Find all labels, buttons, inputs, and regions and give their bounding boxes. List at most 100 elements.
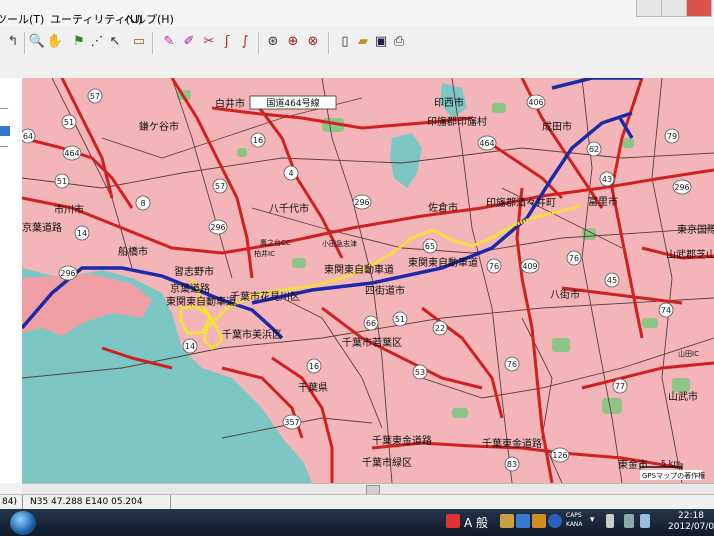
place-label: 印西市 bbox=[434, 96, 464, 109]
toolbar-separator bbox=[152, 32, 153, 54]
panel-selection bbox=[0, 126, 10, 136]
inba-lake bbox=[390, 133, 422, 188]
road-shield: 64 bbox=[22, 128, 36, 144]
find-next-icon[interactable]: ⊗ bbox=[304, 33, 322, 51]
toolbar-strip bbox=[0, 58, 714, 78]
flag-icon[interactable] bbox=[606, 514, 614, 528]
status-bar: 84) N35 47.288 E140 05.204 bbox=[0, 494, 714, 510]
network-icon[interactable] bbox=[624, 514, 634, 528]
map-canvas[interactable]: 国道464号線 57 51 64 464 51 16 57 4 8 296 296 464 406 62 7… bbox=[22, 78, 714, 483]
place-label: 成田市 bbox=[542, 120, 572, 133]
measure-icon[interactable]: ▭ bbox=[130, 33, 148, 51]
place-label: 東金市 bbox=[618, 458, 648, 471]
road-shield: 409 bbox=[520, 258, 540, 274]
status-divider bbox=[22, 495, 23, 510]
clock[interactable]: 22:18 2012/07/01 bbox=[668, 511, 714, 533]
new-file-icon[interactable]: ▯ bbox=[336, 33, 354, 51]
road-shield-number: 66 bbox=[366, 319, 376, 328]
menu-help[interactable]: ヘルプ(H) bbox=[124, 13, 174, 27]
toolbar: ↰ 🔍 ✋ ⚑ ⋰ ↖ ▭ ✎ ✐ ✂ ʃ ∫ ⊛ ⊕ ⊗ ▯ ▰ ▣ ⎙ bbox=[0, 26, 714, 59]
road-shield: 14 bbox=[74, 225, 90, 241]
menu-tools[interactable]: ツール(T) bbox=[0, 13, 44, 27]
place-label: 山武市 bbox=[668, 390, 698, 403]
window-controls bbox=[634, 0, 714, 18]
ime-pad-icon[interactable] bbox=[532, 514, 546, 528]
place-label: 山武郡芝山町 bbox=[666, 248, 714, 261]
place-label: 東京国際空港 bbox=[677, 223, 714, 236]
road-shield-number: 14 bbox=[185, 342, 195, 351]
track-split-icon[interactable]: ✂ bbox=[200, 33, 218, 51]
road-shield-number: 43 bbox=[602, 175, 612, 184]
find-icon[interactable]: ⊛ bbox=[264, 33, 282, 51]
start-button[interactable] bbox=[10, 511, 36, 535]
route-icon[interactable]: ↰ bbox=[4, 33, 22, 51]
route-badge: 国道464号線 bbox=[266, 97, 319, 109]
road-shield-number: 464 bbox=[479, 139, 494, 148]
track-edit-icon[interactable]: ✐ bbox=[180, 33, 198, 51]
close-button[interactable] bbox=[686, 0, 712, 17]
volume-icon[interactable] bbox=[640, 514, 650, 528]
road-shield-number: 4 bbox=[288, 169, 293, 178]
zoom-icon[interactable]: 🔍 bbox=[28, 33, 46, 51]
kana-indicator: KANA bbox=[566, 521, 583, 528]
road-shield: 14 bbox=[182, 338, 198, 354]
open-file-icon[interactable]: ▰ bbox=[354, 33, 372, 51]
maximize-button[interactable] bbox=[661, 0, 687, 17]
road-shield-number: 76 bbox=[489, 262, 499, 271]
save-file-icon[interactable]: ▣ bbox=[372, 33, 390, 51]
place-label: 東関東自動車道 bbox=[408, 256, 478, 269]
road-shield-number: 57 bbox=[215, 182, 225, 191]
waypoint-flag-icon[interactable]: ⚑ bbox=[70, 33, 88, 51]
place-label: 佐倉市 bbox=[428, 201, 458, 214]
road-shield-number: 65 bbox=[425, 242, 435, 251]
road-shield: 16 bbox=[306, 358, 322, 374]
place-label: 千葉市緑区 bbox=[362, 456, 412, 469]
place-label: 千葉東金道路 bbox=[482, 437, 542, 450]
road-shield: 51 bbox=[392, 311, 408, 327]
place-label: 東関東自動車道 bbox=[324, 263, 394, 276]
menu-bar: ツール(T) ユーティリティ(U) ヘルプ(H) bbox=[0, 0, 714, 27]
road-shield-number: 77 bbox=[615, 382, 625, 391]
track-filter-icon[interactable]: ∫ bbox=[236, 33, 254, 51]
minimize-button[interactable] bbox=[636, 0, 662, 17]
clock-time: 22:18 bbox=[678, 511, 704, 521]
road-shield: 79 bbox=[664, 128, 680, 144]
place-label: 印旛郡酒々井町 bbox=[486, 196, 556, 209]
road-shield-number: 51 bbox=[64, 118, 74, 127]
print-icon[interactable]: ⎙ bbox=[390, 33, 408, 51]
ime-dictionary-icon[interactable] bbox=[516, 514, 530, 528]
road-shield: 296 bbox=[208, 219, 228, 235]
road-shield-number: 76 bbox=[507, 360, 517, 369]
ime-icon[interactable] bbox=[446, 514, 460, 528]
ime-tool-icon[interactable] bbox=[500, 514, 514, 528]
road-shield-number: 357 bbox=[284, 418, 299, 427]
road-shield: 76 bbox=[566, 250, 582, 266]
map-view[interactable]: 国道464号線 57 51 64 464 51 16 57 4 8 296 296 464 406 62 7… bbox=[22, 78, 714, 483]
place-label: 印旛郡印旛村 bbox=[427, 115, 487, 128]
help-icon[interactable] bbox=[548, 514, 562, 528]
road-shield-number: 22 bbox=[435, 324, 445, 333]
road-shield: 45 bbox=[604, 272, 620, 288]
track-join-icon[interactable]: ʃ bbox=[218, 33, 236, 51]
road-shield: 51 bbox=[61, 114, 77, 130]
select-arrow-icon[interactable]: ↖ bbox=[106, 33, 124, 51]
options-chevron-icon[interactable]: ▾ bbox=[590, 515, 595, 525]
left-panel[interactable] bbox=[0, 78, 23, 483]
road-shield: 357 bbox=[282, 414, 302, 430]
road-shield-number: 409 bbox=[522, 262, 537, 271]
place-label: 八街市 bbox=[550, 288, 580, 301]
place-label: 千葉東金道路 bbox=[372, 434, 432, 447]
road-shield-number: 45 bbox=[607, 276, 617, 285]
ime-mode[interactable]: A 般 bbox=[464, 514, 488, 531]
find-waypoint-icon[interactable]: ⊕ bbox=[284, 33, 302, 51]
status-fragment: 84) bbox=[2, 497, 17, 507]
road-shield: 77 bbox=[612, 378, 628, 394]
road-shield: 57 bbox=[87, 88, 103, 104]
route-tool-icon[interactable]: ⋰ bbox=[88, 33, 106, 51]
road-shield: 4 bbox=[283, 165, 299, 181]
panel-line bbox=[0, 146, 8, 147]
track-icon[interactable]: ✎ bbox=[160, 33, 178, 51]
pan-hand-icon[interactable]: ✋ bbox=[46, 33, 64, 51]
road-shield: 83 bbox=[504, 456, 520, 472]
road-shield-number: 16 bbox=[253, 136, 263, 145]
